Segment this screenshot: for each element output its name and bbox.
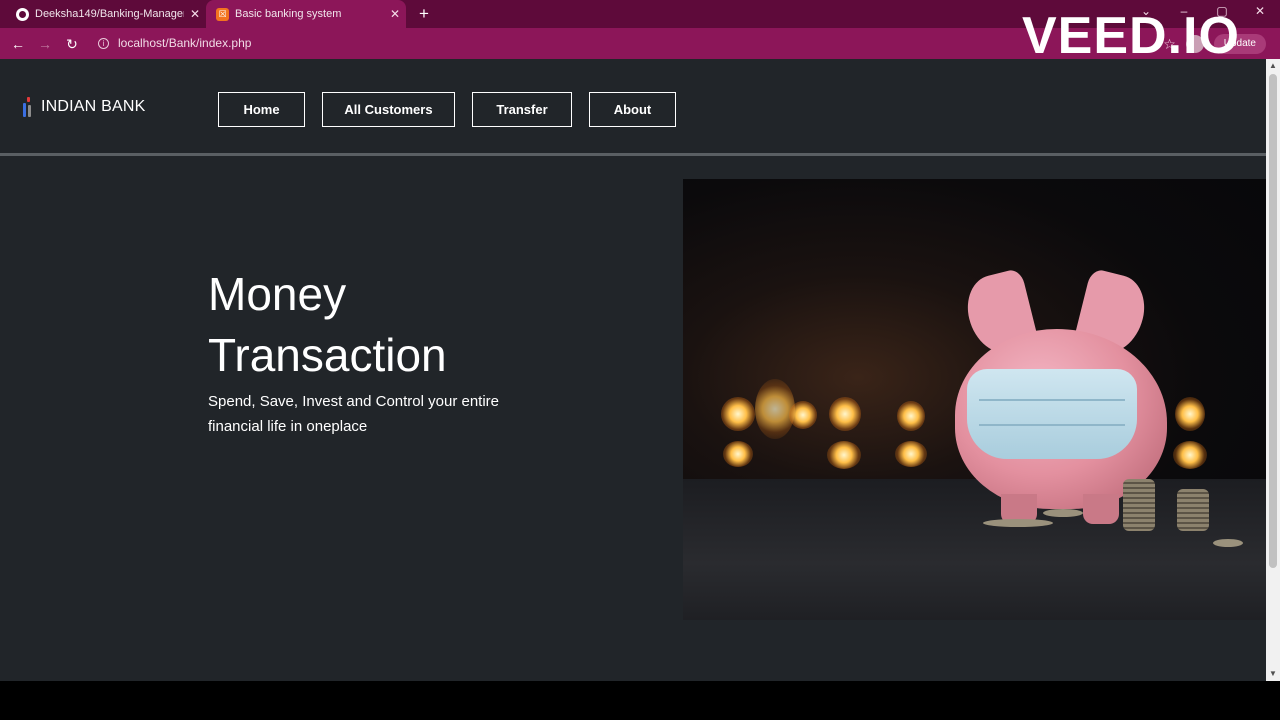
brand-name: INDIAN BANK bbox=[41, 98, 146, 115]
github-icon bbox=[16, 7, 29, 21]
tab-title: Deeksha149/Banking-Management bbox=[35, 8, 184, 20]
forward-icon[interactable]: → bbox=[35, 34, 55, 54]
tab-basic-banking[interactable]: ☒ Basic banking system ✕ bbox=[206, 0, 406, 28]
back-icon[interactable]: ← bbox=[8, 34, 28, 54]
hero-title-line2: Transaction bbox=[208, 329, 447, 381]
scroll-down-icon[interactable]: ▼ bbox=[1266, 667, 1280, 681]
scrollbar-thumb[interactable] bbox=[1269, 74, 1277, 568]
header-divider bbox=[0, 153, 1266, 156]
reload-icon[interactable]: ↻ bbox=[62, 34, 82, 54]
brand[interactable]: INDIAN BANK bbox=[22, 97, 145, 117]
window-close-icon[interactable]: ✕ bbox=[1250, 4, 1270, 18]
tab-github[interactable]: Deeksha149/Banking-Management ✕ bbox=[8, 0, 206, 28]
nav-transfer-button[interactable]: Transfer bbox=[472, 92, 572, 127]
piggy-bank-image bbox=[683, 179, 1266, 620]
close-icon[interactable]: ✕ bbox=[184, 7, 206, 21]
web-page: INDIAN BANK Home All Customers Transfer … bbox=[0, 59, 1266, 681]
nav-all-customers-button[interactable]: All Customers bbox=[322, 92, 455, 127]
page-scrollbar[interactable]: ▲ ▼ bbox=[1266, 59, 1280, 681]
new-tab-button[interactable]: + bbox=[414, 4, 434, 24]
veed-watermark: VEED.IO bbox=[1022, 7, 1240, 65]
xampp-icon: ☒ bbox=[216, 7, 229, 21]
nav-home-button[interactable]: Home bbox=[218, 92, 305, 127]
hero-subtitle: Spend, Save, Invest and Control your ent… bbox=[208, 393, 500, 435]
address-bar[interactable]: localhost/Bank/index.php bbox=[118, 36, 251, 50]
nav-about-button[interactable]: About bbox=[589, 92, 676, 127]
site-info-icon[interactable]: i bbox=[98, 38, 109, 49]
scroll-up-icon[interactable]: ▲ bbox=[1266, 59, 1280, 73]
close-icon[interactable]: ✕ bbox=[384, 7, 406, 21]
hero-title: Money Transaction bbox=[208, 264, 447, 386]
hero-title-line1: Money bbox=[208, 268, 347, 320]
tab-title: Basic banking system bbox=[235, 8, 342, 20]
bank-logo-icon bbox=[22, 97, 36, 117]
